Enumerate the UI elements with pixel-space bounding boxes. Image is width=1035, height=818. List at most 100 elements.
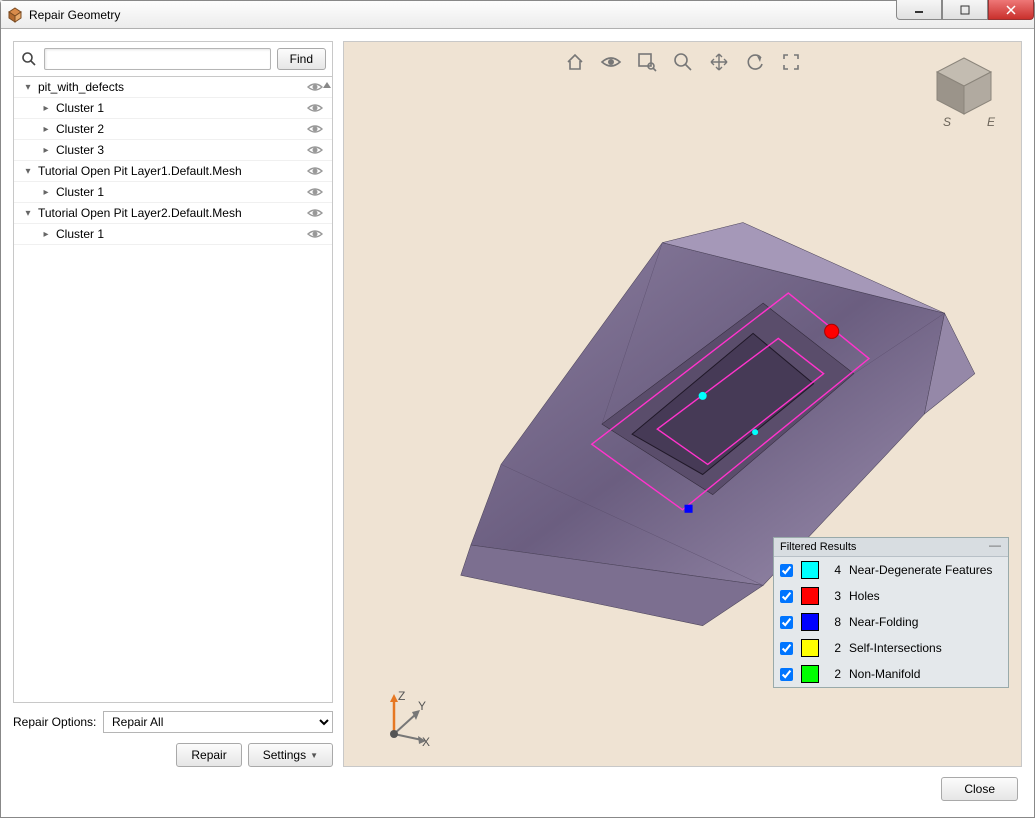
tree-label: Cluster 2 bbox=[54, 122, 306, 136]
color-swatch bbox=[801, 613, 819, 631]
chevron-down-icon: ▼ bbox=[310, 751, 318, 760]
tree-label: Cluster 3 bbox=[54, 143, 306, 157]
maximize-button[interactable] bbox=[942, 0, 988, 20]
filter-count: 4 bbox=[827, 563, 841, 577]
filter-count: 3 bbox=[827, 589, 841, 603]
zoom-box-icon[interactable] bbox=[635, 50, 659, 74]
repair-options-row: Repair Options: Repair All bbox=[13, 711, 333, 733]
filtered-results-header[interactable]: Filtered Results — bbox=[774, 538, 1008, 557]
visibility-eye-icon[interactable] bbox=[306, 183, 324, 201]
filter-item[interactable]: 3 Holes bbox=[774, 583, 1008, 609]
tree-label: Cluster 1 bbox=[54, 101, 306, 115]
filter-count: 8 bbox=[827, 615, 841, 629]
tree-node[interactable]: ▸Cluster 1 bbox=[14, 98, 332, 119]
filter-label: Non-Manifold bbox=[849, 667, 1002, 681]
expand-icon[interactable] bbox=[779, 50, 803, 74]
search-input[interactable] bbox=[44, 48, 271, 70]
search-icon bbox=[20, 50, 38, 68]
filtered-results-title: Filtered Results bbox=[780, 541, 988, 553]
filter-item[interactable]: 8 Near-Folding bbox=[774, 609, 1008, 635]
left-panel: Find ▾pit_with_defects▸Cluster 1▸Cluster… bbox=[13, 41, 333, 767]
pan-icon[interactable] bbox=[707, 50, 731, 74]
visibility-eye-icon[interactable] bbox=[306, 162, 324, 180]
visibility-eye-icon[interactable] bbox=[306, 99, 324, 117]
svg-text:E: E bbox=[987, 115, 996, 129]
minimize-button[interactable] bbox=[896, 0, 942, 20]
app-icon bbox=[7, 7, 23, 23]
rotate-icon[interactable] bbox=[743, 50, 767, 74]
svg-text:S: S bbox=[943, 115, 951, 129]
tree-node[interactable]: ▸Cluster 2 bbox=[14, 119, 332, 140]
filter-checkbox[interactable] bbox=[780, 564, 793, 577]
panel-minimize-icon[interactable]: — bbox=[988, 541, 1002, 553]
tree-label: Tutorial Open Pit Layer2.Default.Mesh bbox=[36, 206, 306, 220]
titlebar[interactable]: Repair Geometry bbox=[1, 1, 1034, 29]
tree-label: Tutorial Open Pit Layer1.Default.Mesh bbox=[36, 164, 306, 178]
color-swatch bbox=[801, 639, 819, 657]
filter-count: 2 bbox=[827, 667, 841, 681]
visibility-eye-icon[interactable] bbox=[306, 120, 324, 138]
filter-item[interactable]: 2 Non-Manifold bbox=[774, 661, 1008, 687]
filter-label: Self-Intersections bbox=[849, 641, 1002, 655]
tree-node[interactable]: ▾Tutorial Open Pit Layer2.Default.Mesh bbox=[14, 203, 332, 224]
settings-button[interactable]: Settings ▼ bbox=[248, 743, 333, 767]
tree-twist-icon[interactable]: ▾ bbox=[20, 166, 36, 177]
object-tree[interactable]: ▾pit_with_defects▸Cluster 1▸Cluster 2▸Cl… bbox=[13, 76, 333, 703]
tree-twist-icon[interactable]: ▸ bbox=[38, 187, 54, 198]
tree-node[interactable]: ▸Cluster 1 bbox=[14, 182, 332, 203]
home-icon[interactable] bbox=[563, 50, 587, 74]
tree-twist-icon[interactable]: ▸ bbox=[38, 103, 54, 114]
filter-label: Near-Degenerate Features bbox=[849, 563, 1002, 577]
repair-button[interactable]: Repair bbox=[176, 743, 241, 767]
navigation-cube[interactable]: S E bbox=[925, 52, 1003, 130]
close-window-button[interactable] bbox=[988, 0, 1034, 20]
filter-item[interactable]: 4 Near-Degenerate Features bbox=[774, 557, 1008, 583]
find-button[interactable]: Find bbox=[277, 48, 326, 70]
tree-node[interactable]: ▸Cluster 3 bbox=[14, 140, 332, 161]
repair-options-label: Repair Options: bbox=[13, 715, 97, 729]
color-swatch bbox=[801, 561, 819, 579]
color-swatch bbox=[801, 587, 819, 605]
tree-node[interactable]: ▸Cluster 1 bbox=[14, 224, 332, 245]
search-row: Find bbox=[13, 41, 333, 76]
filter-checkbox[interactable] bbox=[780, 616, 793, 629]
tree-twist-icon[interactable]: ▾ bbox=[20, 82, 36, 93]
visibility-eye-icon[interactable] bbox=[306, 225, 324, 243]
filter-label: Holes bbox=[849, 589, 1002, 603]
scroll-up-icon[interactable] bbox=[323, 80, 331, 88]
svg-text:X: X bbox=[422, 735, 430, 746]
tree-twist-icon[interactable]: ▸ bbox=[38, 145, 54, 156]
action-buttons: Repair Settings ▼ bbox=[13, 743, 333, 767]
close-button[interactable]: Close bbox=[941, 777, 1018, 801]
svg-text:Z: Z bbox=[398, 690, 405, 703]
client-area: Find ▾pit_with_defects▸Cluster 1▸Cluster… bbox=[1, 29, 1034, 817]
panels: Find ▾pit_with_defects▸Cluster 1▸Cluster… bbox=[13, 41, 1022, 767]
tree-node[interactable]: ▾Tutorial Open Pit Layer1.Default.Mesh bbox=[14, 161, 332, 182]
filter-label: Near-Folding bbox=[849, 615, 1002, 629]
repair-options-select[interactable]: Repair All bbox=[103, 711, 333, 733]
tree-twist-icon[interactable]: ▾ bbox=[20, 208, 36, 219]
visibility-eye-icon[interactable] bbox=[306, 78, 324, 96]
window-buttons bbox=[896, 1, 1034, 28]
filter-checkbox[interactable] bbox=[780, 668, 793, 681]
tree-label: pit_with_defects bbox=[36, 80, 306, 94]
tree-node[interactable]: ▾pit_with_defects bbox=[14, 77, 332, 98]
viewport-3d[interactable]: S E bbox=[343, 41, 1022, 767]
eye-view-icon[interactable] bbox=[599, 50, 623, 74]
viewport-toolbar bbox=[563, 50, 803, 74]
axis-gizmo[interactable]: Z Y X bbox=[374, 690, 430, 746]
filter-checkbox[interactable] bbox=[780, 590, 793, 603]
window: Repair Geometry Find ▾pit_with_defects▸ bbox=[0, 0, 1035, 818]
filter-count: 2 bbox=[827, 641, 841, 655]
filtered-results-panel[interactable]: Filtered Results — 4 Near-Degenerate Feat… bbox=[773, 537, 1009, 688]
tree-label: Cluster 1 bbox=[54, 185, 306, 199]
svg-text:Y: Y bbox=[418, 699, 426, 713]
window-title: Repair Geometry bbox=[29, 8, 896, 22]
tree-twist-icon[interactable]: ▸ bbox=[38, 124, 54, 135]
filter-checkbox[interactable] bbox=[780, 642, 793, 655]
visibility-eye-icon[interactable] bbox=[306, 141, 324, 159]
zoom-icon[interactable] bbox=[671, 50, 695, 74]
visibility-eye-icon[interactable] bbox=[306, 204, 324, 222]
filter-item[interactable]: 2 Self-Intersections bbox=[774, 635, 1008, 661]
tree-twist-icon[interactable]: ▸ bbox=[38, 229, 54, 240]
